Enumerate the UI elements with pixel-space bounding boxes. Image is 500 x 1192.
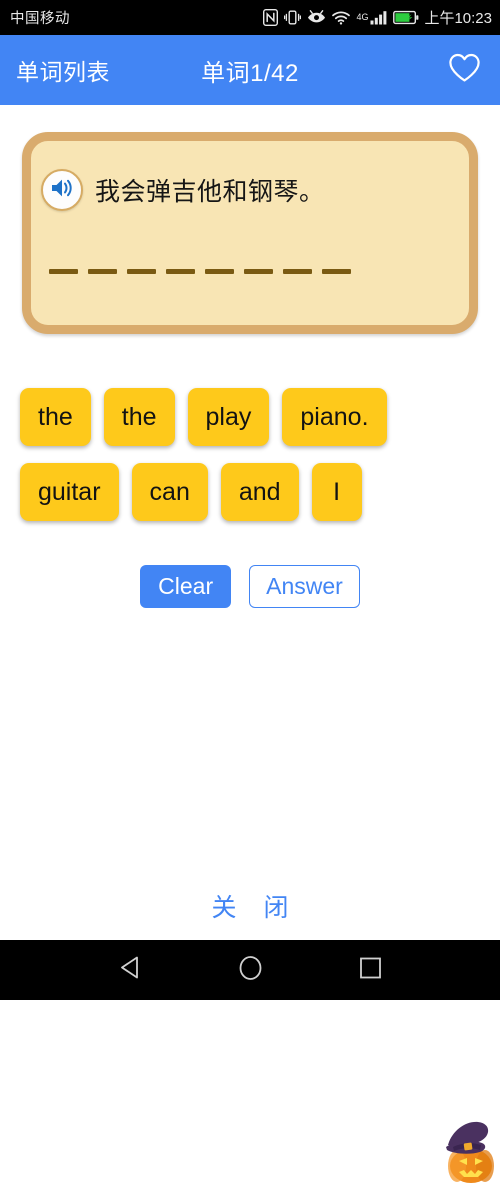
home-circle-icon [238, 955, 263, 986]
blank-dash [283, 269, 312, 274]
back-to-word-list-button[interactable]: 单词列表 [16, 53, 110, 87]
word-tile-area: the the play piano. guitar can and I [20, 388, 485, 538]
word-tile[interactable]: the [20, 388, 91, 446]
answer-button[interactable]: Answer [249, 565, 360, 609]
action-button-row: Clear Answer [0, 565, 500, 1183]
battery-charging-icon [393, 10, 419, 25]
word-tile-row: the the play piano. [20, 388, 485, 446]
blank-dash [49, 269, 78, 274]
answer-blank[interactable] [49, 269, 351, 274]
status-bar: 中国移动 4G 上午10:23 [0, 0, 500, 35]
signal-icon [370, 10, 387, 25]
word-tile[interactable]: can [131, 463, 208, 521]
back-triangle-icon [119, 955, 142, 985]
nav-back-button[interactable] [107, 947, 153, 993]
blank-dash [205, 269, 234, 274]
nav-recents-button[interactable] [347, 947, 393, 993]
status-clock: 上午10:23 [424, 10, 492, 27]
network-type-label: 4G [356, 12, 369, 22]
speaker-icon [49, 176, 75, 205]
jack-o-lantern-witch-hat-icon [438, 1117, 500, 1187]
clear-button[interactable]: Clear [140, 565, 232, 609]
nav-home-button[interactable] [227, 947, 273, 993]
word-tile[interactable]: guitar [20, 463, 119, 521]
carrier-label: 中国移动 [10, 11, 70, 27]
word-tile[interactable]: I [311, 463, 362, 521]
word-tile[interactable]: play [187, 388, 270, 446]
speaker-button[interactable] [41, 169, 83, 211]
vibrate-icon [284, 9, 302, 26]
eye-care-icon [307, 10, 326, 25]
wifi-icon [332, 11, 351, 25]
word-tile[interactable]: and [220, 463, 299, 521]
question-row: 我会弹吉他和钢琴。 [41, 169, 449, 211]
favorite-button[interactable] [444, 50, 484, 90]
android-nav-bar [0, 940, 500, 1000]
blank-dash [166, 269, 195, 274]
question-card-body: 我会弹吉他和钢琴。 [31, 141, 469, 325]
blank-dash [322, 269, 351, 274]
word-tile[interactable]: piano. [282, 388, 387, 446]
question-text: 我会弹吉他和钢琴。 [95, 178, 325, 206]
blank-dash [244, 269, 273, 274]
recents-square-icon [359, 956, 382, 985]
question-card: 我会弹吉他和钢琴。 [22, 132, 478, 334]
status-icon-group: 4G [263, 9, 419, 26]
blank-dash [88, 269, 117, 274]
blank-dash [127, 269, 156, 274]
heart-outline-icon [448, 53, 481, 88]
word-tile-row: guitar can and I [20, 463, 485, 521]
word-tile[interactable]: the [103, 388, 175, 446]
nfc-icon [263, 9, 279, 26]
close-link[interactable]: 关 闭 [0, 888, 500, 924]
app-bar: 单词列表 单词1/42 [0, 35, 500, 105]
